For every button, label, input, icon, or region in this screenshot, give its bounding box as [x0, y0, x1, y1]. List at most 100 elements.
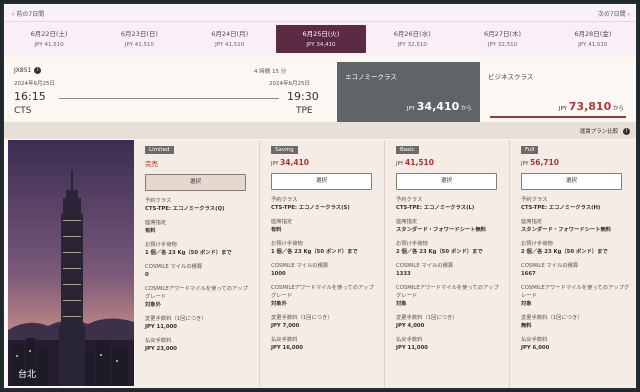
booking-class-label: 予約クラス: [271, 197, 298, 203]
compare-plans-link[interactable]: 運賃プラン比較 i: [580, 127, 630, 135]
seat-value: スタンダード・フォワードシート無料: [396, 227, 487, 233]
date-label: 6月28日(金): [574, 30, 612, 38]
plan-price-value: 41,510: [405, 158, 434, 167]
date-price: JPY 41,510: [578, 42, 608, 48]
flight-number: JX851 i: [14, 67, 42, 74]
upgrade-value: 対象外: [145, 302, 161, 308]
prev-week-label: 前の7日間: [16, 11, 45, 18]
plan-column: Saving JPY 34,410 選択 予約クラス CTS-TPE: エコノミ…: [259, 140, 384, 388]
upgrade-value: 対象外: [271, 301, 287, 307]
economy-currency: JPY: [406, 106, 416, 112]
miles-value: 1667: [521, 271, 536, 277]
booking-class-value: CTS-TPE: エコノミークラス(L): [396, 205, 475, 211]
plan-name-badge: Full: [521, 146, 539, 154]
date-tab-selected[interactable]: 6月25日(火) JPY 34,410: [275, 25, 367, 53]
upgrade-label: COSMILEアワードマイルを使ってのアップグレード: [521, 285, 630, 299]
next-week-link[interactable]: 次の7日間 ›: [598, 9, 630, 18]
date-label: 6月25日(火): [302, 30, 340, 38]
economy-class-tab[interactable]: エコノミークラス JPY 34,410 から: [337, 62, 480, 122]
date-label: 6月24日(月): [211, 30, 249, 38]
business-class-tab[interactable]: ビジネスクラス JPY 73,810 から: [480, 62, 636, 122]
refund-fee-value: JPY 16,000: [271, 345, 303, 351]
business-price-value: 73,810: [568, 100, 612, 113]
business-price: JPY 73,810 から: [559, 100, 624, 113]
business-class-label: ビジネスクラス: [488, 73, 534, 81]
refund-fee-label: 払戻手数料: [271, 337, 298, 343]
info-icon[interactable]: i: [34, 67, 42, 74]
flight-duration: 4 時間 15 分: [254, 69, 287, 75]
seat-label: 座席指定: [521, 219, 543, 225]
date-label: 6月27日(木): [484, 30, 522, 38]
booking-class-label: 予約クラス: [145, 198, 172, 204]
date-price: JPY 41,510: [124, 42, 154, 48]
baggage-label: お預け手荷物: [521, 241, 553, 247]
arrival-airport: TPE: [296, 106, 313, 116]
arrival-time: 19:30: [287, 90, 319, 103]
booking-class-label: 予約クラス: [521, 197, 548, 203]
change-fee-label: 変更手数料（1回につき）: [396, 315, 458, 321]
departure-date: 2024年6月25日: [14, 81, 55, 87]
date-price: JPY 32,510: [397, 42, 427, 48]
date-tab[interactable]: 6月22日(土) JPY 41,510: [4, 22, 94, 56]
date-tab[interactable]: 6月28日(金) JPY 41,510: [548, 22, 636, 56]
date-tab[interactable]: 6月27日(木) JPY 32,510: [457, 22, 547, 56]
plan-price: JPY 34,410: [271, 158, 309, 167]
economy-price: JPY 34,410 から: [407, 100, 472, 113]
plan-name-badge: Limited: [145, 146, 174, 154]
change-fee-label: 変更手数料（1回につき）: [145, 316, 207, 322]
upgrade-label: COSMILEアワードマイルを使ってのアップグレード: [145, 286, 248, 300]
select-button[interactable]: 選択: [396, 173, 497, 190]
booking-class-value: CTS-TPE: エコノミークラス(H): [521, 205, 601, 211]
upgrade-value: 対象: [396, 301, 407, 307]
change-fee-value: 無料: [521, 323, 532, 329]
plan-soldout: 完売: [145, 160, 158, 168]
baggage-label: お預け手荷物: [396, 241, 428, 247]
upgrade-label: COSMILEアワードマイルを使ってのアップグレード: [271, 285, 374, 299]
next-week-label: 次の7日間: [597, 11, 626, 18]
prev-week-link[interactable]: ‹ 前の7日間: [12, 9, 44, 18]
plan-price: JPY 41,510: [396, 158, 434, 167]
booking-window: ‹ 前の7日間 次の7日間 › 6月22日(土) JPY 41,510 6月23日…: [3, 3, 637, 389]
select-button[interactable]: 選択: [521, 173, 622, 190]
economy-price-suffix: から: [460, 106, 472, 112]
booking-class-value: CTS-TPE: エコノミークラス(S): [271, 205, 350, 211]
plan-price-value: 56,710: [530, 158, 559, 167]
date-tab[interactable]: 6月24日(月) JPY 41,510: [185, 22, 275, 56]
date-tab[interactable]: 6月23日(日) JPY 41,510: [94, 22, 184, 56]
miles-value: 0: [145, 272, 149, 278]
info-icon[interactable]: i: [623, 128, 630, 135]
date-tab[interactable]: 6月26日(水) JPY 32,510: [367, 22, 457, 56]
refund-fee-value: JPY 6,000: [521, 345, 550, 351]
date-price: JPY 41,510: [34, 42, 64, 48]
plan-name-badge: Basic: [396, 146, 419, 154]
refund-fee-label: 払戻手数料: [521, 337, 548, 343]
destination-photo: 台北: [8, 140, 134, 386]
miles-label: COSMILE マイルの積算: [396, 263, 454, 269]
plan-column: Limited 完売 選択 予約クラス CTS-TPE: エコノミークラス(Q)…: [134, 140, 259, 388]
compare-label: 運賃プラン比較: [579, 129, 619, 135]
plan-price: JPY 56,710: [521, 158, 559, 167]
baggage-value: 1 個／各 23 Kg（50 ポンド）まで: [145, 250, 232, 256]
refund-fee-label: 払戻手数料: [396, 337, 423, 343]
select-button[interactable]: 選択: [271, 173, 372, 190]
seat-label: 座席指定: [396, 219, 418, 225]
upgrade-label: COSMILEアワードマイルを使ってのアップグレード: [396, 285, 499, 299]
refund-fee-value: JPY 23,000: [145, 346, 177, 352]
miles-label: COSMILE マイルの積算: [145, 264, 203, 270]
baggage-label: お預け手荷物: [145, 242, 177, 248]
taipei-skyline-image: [8, 140, 134, 386]
plan-price-value: 34,410: [280, 158, 309, 167]
plan-name-badge: Saving: [271, 146, 298, 154]
date-price: JPY 32,510: [487, 42, 518, 48]
flight-number-text: JX851: [14, 67, 32, 74]
refund-fee-value: JPY 11,000: [396, 345, 428, 351]
booking-class-label: 予約クラス: [396, 197, 423, 203]
departure-airport: CTS: [14, 106, 32, 116]
departure-time: 16:15: [14, 90, 46, 103]
business-underline: [490, 116, 626, 118]
refund-fee-label: 払戻手数料: [145, 338, 172, 344]
business-currency: JPY: [558, 106, 568, 112]
select-button[interactable]: 選択: [145, 174, 246, 191]
date-price: JPY 41,510: [215, 42, 245, 48]
change-fee-label: 変更手数料（1回につき）: [521, 315, 583, 321]
